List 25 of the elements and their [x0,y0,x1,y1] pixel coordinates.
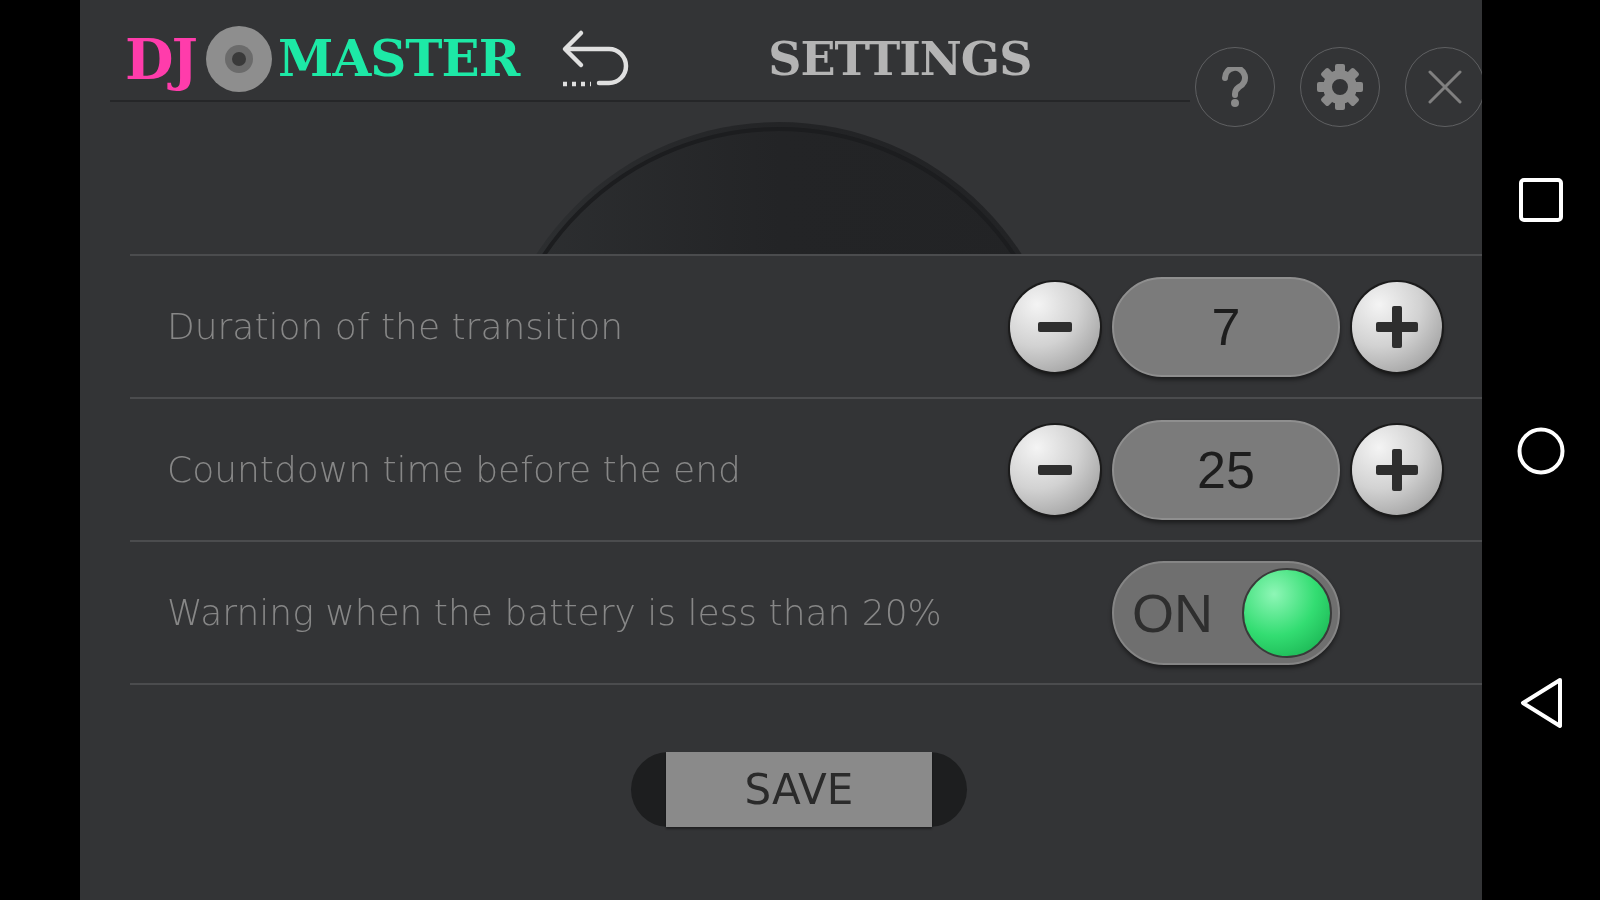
square-icon[interactable] [1519,178,1563,222]
minus-icon [1038,321,1072,332]
page-title: SETTINGS [768,36,1032,82]
setting-label: Warning when the battery is less than 20% [167,592,942,633]
disc-icon [206,26,273,92]
value-display: 25 [1112,419,1340,520]
plus-icon [1376,448,1418,491]
help-icon [1221,67,1249,107]
setting-label: Countdown time before the end [167,449,741,490]
increment-button[interactable] [1352,281,1442,372]
save-button[interactable]: SAVE [631,752,967,827]
logo-text: MASTER [278,34,520,84]
setting-label: Duration of the transition [167,306,623,347]
plus-icon [1376,305,1418,348]
increment-button[interactable] [1352,424,1442,515]
toggle-switch[interactable]: ON [1112,560,1340,665]
value-display: 7 [1112,276,1340,377]
settings-icon [1316,63,1364,111]
decrement-button[interactable] [1010,424,1100,515]
close-icon [1428,70,1462,104]
circle-icon[interactable] [1517,427,1565,475]
toggle-knob[interactable] [1242,567,1332,658]
minus-icon [1038,464,1072,475]
decrement-button[interactable] [1010,281,1100,372]
triangle-icon[interactable] [1519,677,1563,729]
